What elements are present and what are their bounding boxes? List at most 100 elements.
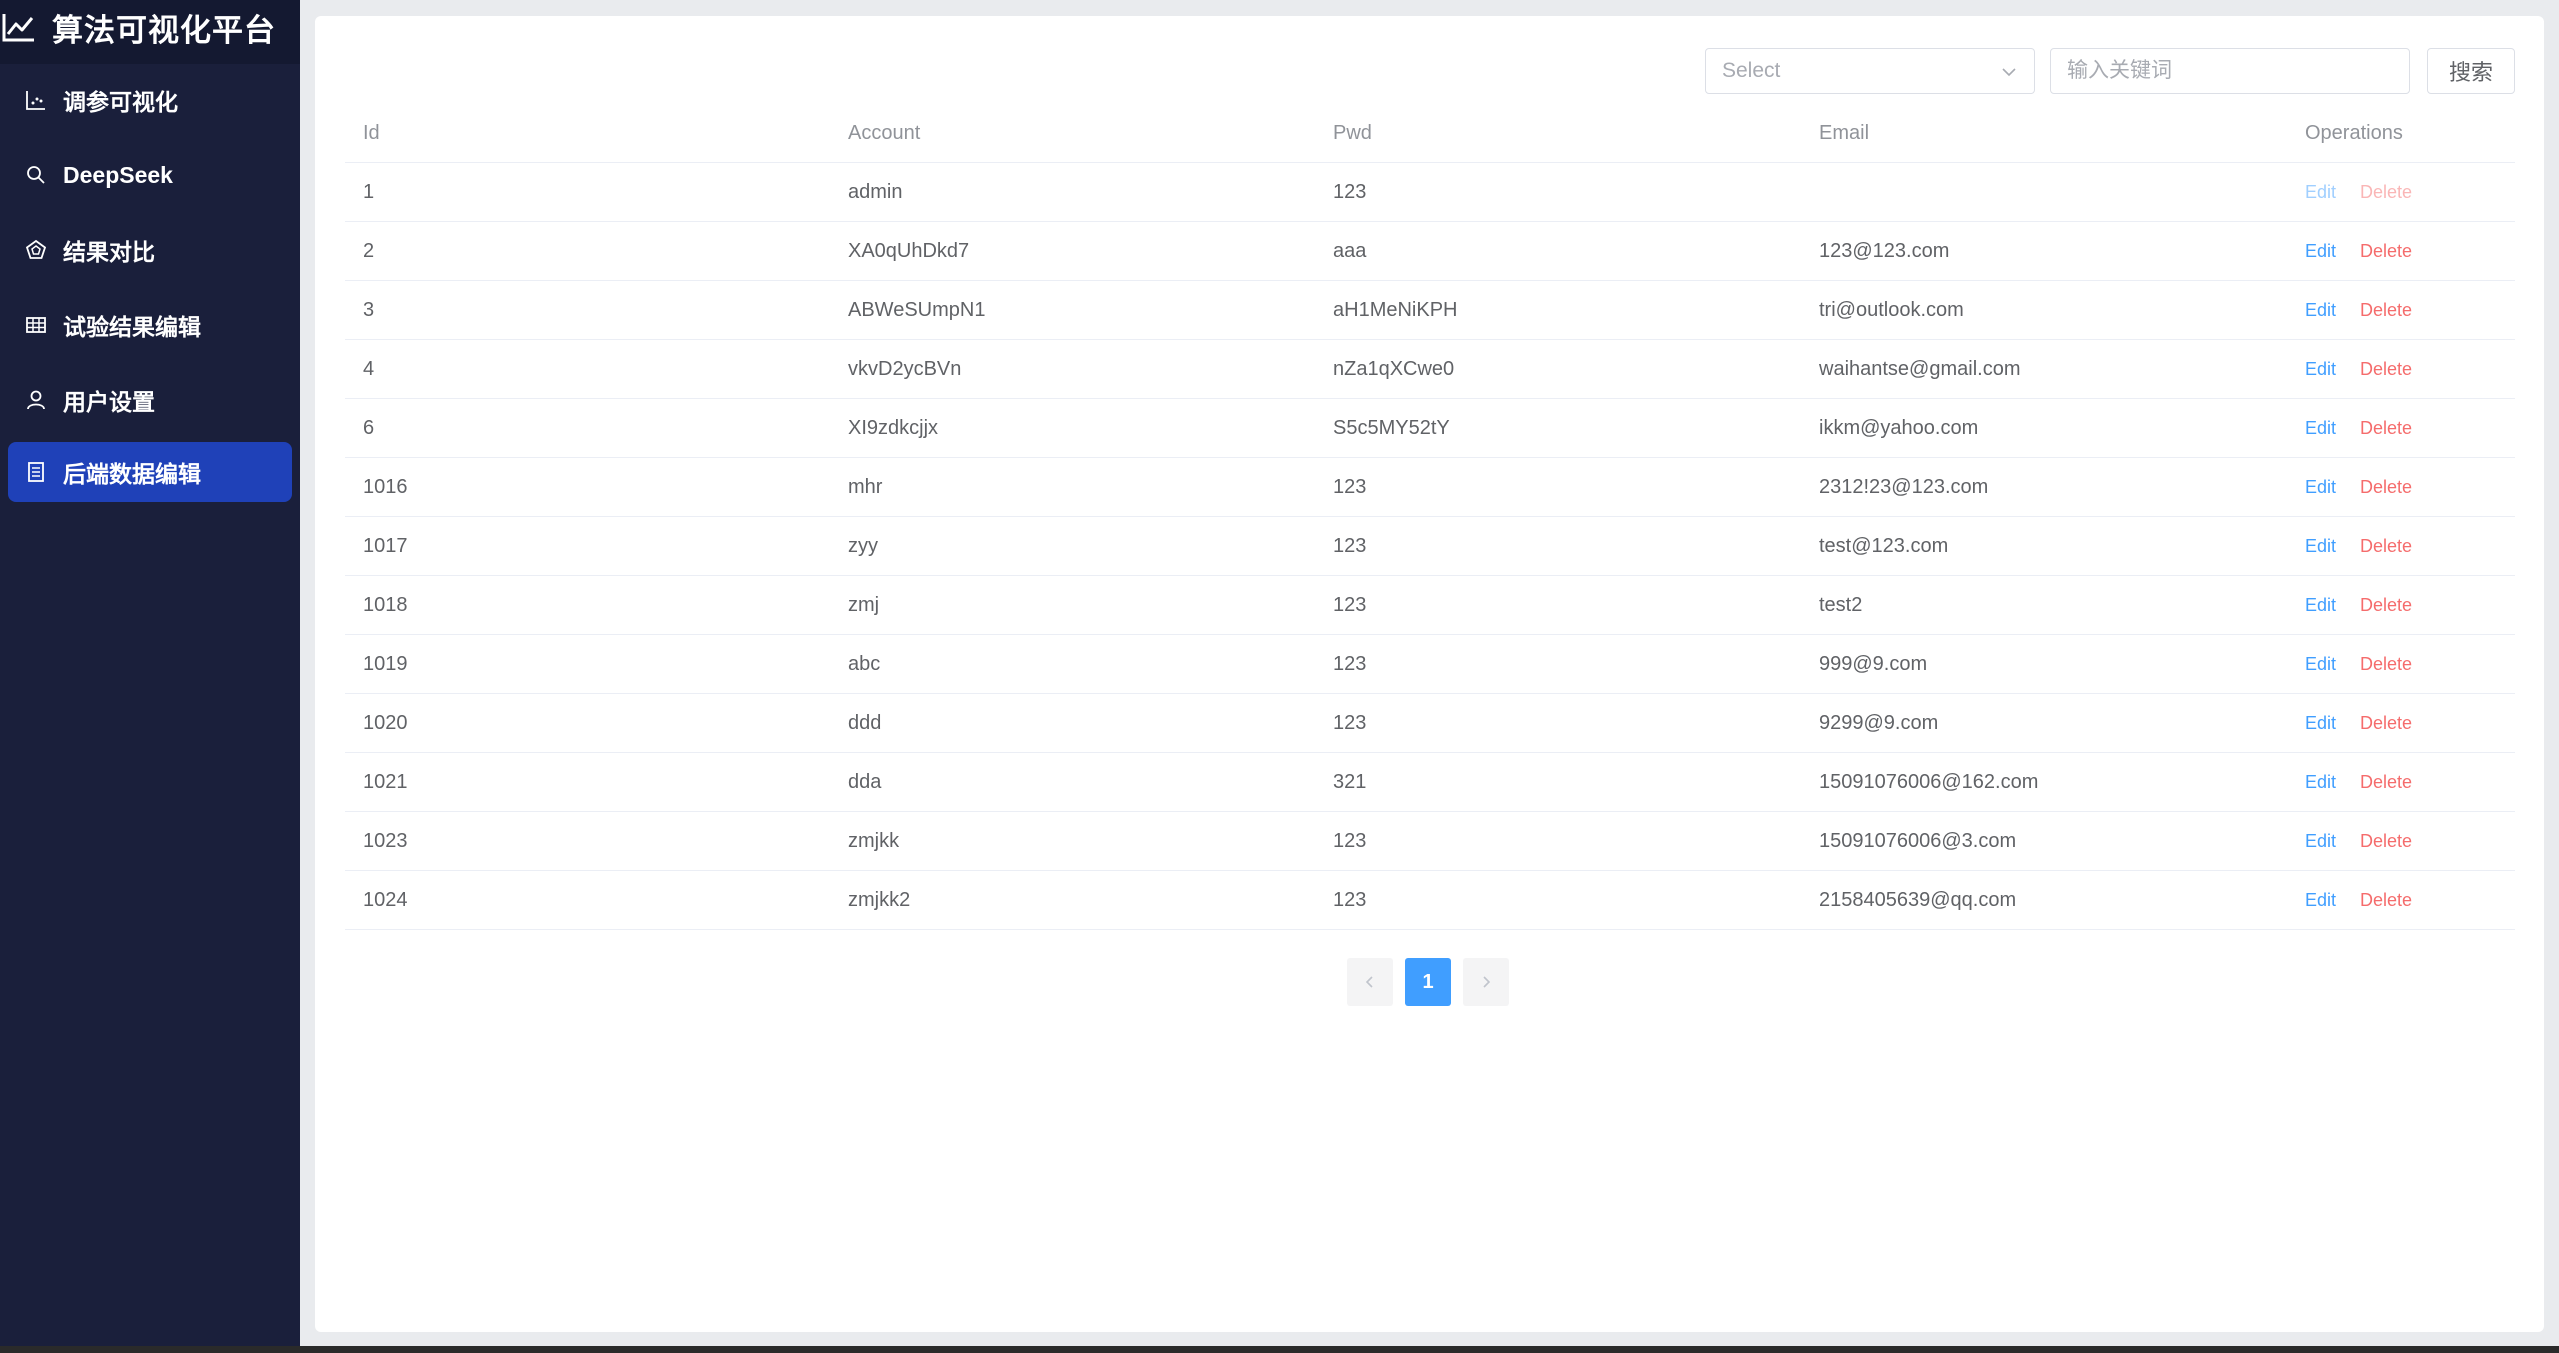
- table-body: 1 admin 123 Edit Delete 2 XA0qUhDkd7 aaa 123@123…: [345, 163, 2515, 930]
- delete-button[interactable]: Delete: [2360, 300, 2412, 320]
- cell-account: zmjkk2: [848, 889, 911, 911]
- edit-button[interactable]: Edit: [2305, 831, 2336, 851]
- delete-button[interactable]: Delete: [2360, 831, 2412, 851]
- cell-email: test2: [1819, 594, 1863, 616]
- delete-button[interactable]: Delete: [2360, 890, 2412, 910]
- sidebar-item-user-settings[interactable]: 用户设置: [8, 370, 292, 430]
- delete-button[interactable]: Delete: [2360, 713, 2412, 733]
- edit-button[interactable]: Edit: [2305, 418, 2336, 438]
- search-icon: [27, 166, 45, 184]
- cell-id: 1016: [363, 476, 408, 498]
- delete-button[interactable]: Delete: [2360, 595, 2412, 615]
- grid-icon: [26, 317, 46, 333]
- cell-id: 1: [363, 181, 375, 203]
- line-chart-icon: [2, 14, 34, 42]
- cell-account: zmjkk: [848, 830, 900, 852]
- table-header: Id Account Pwd Email Operations: [345, 104, 2515, 163]
- cell-pwd: aH1MeNiKPH: [1333, 299, 1458, 321]
- edit-button[interactable]: Edit: [2305, 772, 2336, 792]
- main-panel: Select 搜索 Id Account Pwd Email Operation…: [315, 16, 2544, 1332]
- column-header-account: Account: [848, 122, 921, 144]
- cell-pwd: 123: [1333, 535, 1367, 557]
- table-row: 1 admin 123 Edit Delete: [345, 163, 2515, 222]
- table-row: 1020 ddd 123 9299@9.com Edit Delete: [345, 694, 2515, 753]
- sidebar-item-result-compare[interactable]: 结果对比: [8, 220, 292, 280]
- search-button[interactable]: 搜索: [2427, 48, 2515, 94]
- cell-email: tri@outlook.com: [1819, 299, 1964, 321]
- prev-page-button[interactable]: [1347, 958, 1393, 1006]
- table-row: 1019 abc 123 999@9.com Edit Delete: [345, 635, 2515, 694]
- delete-button[interactable]: Delete: [2360, 241, 2412, 261]
- radar-icon: [25, 239, 47, 259]
- chevron-left-icon: [1365, 976, 1373, 988]
- table-row: 1023 zmjkk 123 15091076006@3.com Edit Delete: [345, 812, 2515, 871]
- taskbar-strip: [0, 1346, 2559, 1353]
- column-header-pwd: Pwd: [1333, 122, 1372, 144]
- sidebar-item-experiment-edit[interactable]: 试验结果编辑: [8, 295, 292, 355]
- cell-pwd: 123: [1333, 476, 1367, 498]
- cell-operations: Edit Delete: [2305, 399, 2412, 458]
- edit-button[interactable]: Edit: [2305, 477, 2336, 497]
- cell-account: XA0qUhDkd7: [848, 240, 970, 262]
- edit-button[interactable]: Edit: [2305, 654, 2336, 674]
- column-header-email: Email: [1819, 122, 1870, 144]
- sidebar-item-tuning-visualization[interactable]: 调参可视化: [8, 70, 292, 130]
- sidebar-item-label: 用户设置: [63, 389, 155, 415]
- cell-pwd: 123: [1333, 889, 1367, 911]
- cell-operations: Edit Delete: [2305, 340, 2412, 399]
- cell-pwd: nZa1qXCwe0: [1333, 358, 1455, 380]
- delete-button[interactable]: Delete: [2360, 654, 2412, 674]
- cell-email: 999@9.com: [1819, 653, 1928, 675]
- cell-account: mhr: [848, 476, 883, 498]
- edit-button[interactable]: Edit: [2305, 182, 2336, 202]
- chart-icon: [26, 91, 45, 110]
- delete-button[interactable]: Delete: [2360, 182, 2412, 202]
- edit-button[interactable]: Edit: [2305, 595, 2336, 615]
- edit-button[interactable]: Edit: [2305, 713, 2336, 733]
- cell-pwd: 123: [1333, 653, 1367, 675]
- search-input[interactable]: [2050, 48, 2410, 94]
- cell-id: 1018: [363, 594, 408, 616]
- sidebar-item-backend-data-edit[interactable]: 后端数据编辑: [8, 442, 292, 502]
- sidebar-item-label: 结果对比: [63, 239, 155, 265]
- edit-button[interactable]: Edit: [2305, 300, 2336, 320]
- sidebar-item-deepseek[interactable]: DeepSeek: [8, 145, 292, 205]
- cell-email: 2312!23@123.com: [1819, 476, 1989, 498]
- edit-button[interactable]: Edit: [2305, 359, 2336, 379]
- delete-button[interactable]: Delete: [2360, 418, 2412, 438]
- cell-email: ikkm@yahoo.com: [1819, 417, 1979, 439]
- cell-account: admin: [848, 181, 903, 203]
- document-icon: [28, 462, 44, 482]
- cell-pwd: 123: [1333, 181, 1367, 203]
- table-row: 1016 mhr 123 2312!23@123.com Edit Delete: [345, 458, 2515, 517]
- cell-email: 15091076006@3.com: [1819, 830, 2017, 852]
- data-table: Id Account Pwd Email Operations 1 admin 12…: [345, 104, 2515, 930]
- delete-button[interactable]: Delete: [2360, 359, 2412, 379]
- cell-email: waihantse@gmail.com: [1819, 358, 2021, 380]
- cell-account: ddd: [848, 712, 882, 734]
- cell-operations: Edit Delete: [2305, 576, 2412, 635]
- delete-button[interactable]: Delete: [2360, 477, 2412, 497]
- cell-operations: Edit Delete: [2305, 635, 2412, 694]
- delete-button[interactable]: Delete: [2360, 772, 2412, 792]
- edit-button[interactable]: Edit: [2305, 536, 2336, 556]
- cell-id: 2: [363, 240, 375, 262]
- delete-button[interactable]: Delete: [2360, 536, 2412, 556]
- next-page-button[interactable]: [1463, 958, 1509, 1006]
- cell-pwd: 321: [1333, 771, 1367, 793]
- cell-account: zmj: [848, 594, 880, 616]
- cell-operations: Edit Delete: [2305, 812, 2412, 871]
- edit-button[interactable]: Edit: [2305, 241, 2336, 261]
- filter-select[interactable]: Select: [1705, 48, 2035, 94]
- edit-button[interactable]: Edit: [2305, 890, 2336, 910]
- cell-operations: Edit Delete: [2305, 694, 2412, 753]
- cell-pwd: 123: [1333, 712, 1367, 734]
- table-row: 4 vkvD2ycBVn nZa1qXCwe0 waihantse@gmail.com…: [345, 340, 2515, 399]
- page-button-current[interactable]: 1: [1405, 958, 1451, 1006]
- select-placeholder: Select: [1722, 59, 1781, 82]
- user-icon: [27, 390, 45, 410]
- cell-operations: Edit Delete: [2305, 871, 2412, 930]
- cell-id: 1021: [363, 771, 408, 793]
- cell-account: dda: [848, 771, 882, 793]
- sidebar-item-label: 试验结果编辑: [63, 314, 201, 340]
